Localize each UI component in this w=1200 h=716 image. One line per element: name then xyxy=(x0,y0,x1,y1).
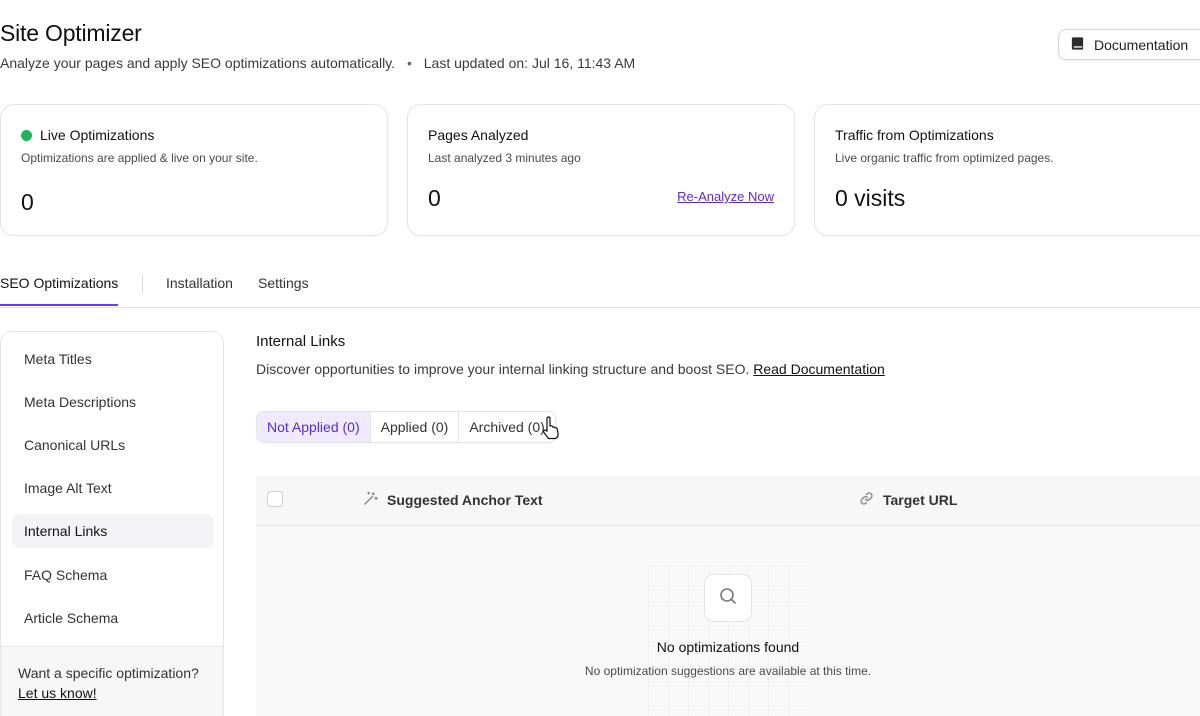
search-icon xyxy=(718,586,738,611)
card-title-row: Live Optimizations xyxy=(21,127,154,143)
re-analyze-link[interactable]: Re-Analyze Now xyxy=(677,189,774,204)
tab-divider xyxy=(142,274,143,294)
optimization-sidebar: Meta Titles Meta Descriptions Canonical … xyxy=(0,331,224,716)
documentation-button[interactable]: Documentation xyxy=(1058,29,1200,60)
empty-state-subtitle: No optimization suggestions are availabl… xyxy=(584,664,872,678)
link-icon xyxy=(859,491,874,509)
sidebar-item-image-alt-text[interactable]: Image Alt Text xyxy=(12,471,214,505)
sidebar-item-internal-links[interactable]: Internal Links xyxy=(12,514,214,548)
live-optimizations-value: 0 xyxy=(21,189,34,215)
traffic-card: Traffic from Optimizations Live organic … xyxy=(814,104,1200,236)
live-optimizations-subtitle: Optimizations are applied & live on your… xyxy=(21,151,258,165)
pages-analyzed-value: 0 xyxy=(428,185,441,211)
sidebar-item-meta-titles[interactable]: Meta Titles xyxy=(12,342,214,376)
internal-links-table: Suggested Anchor Text Target URL No opti… xyxy=(256,476,1200,716)
empty-state-icon-box xyxy=(704,574,752,622)
let-us-know-link[interactable]: Let us know! xyxy=(18,685,97,701)
live-status-dot xyxy=(21,129,32,141)
pages-analyzed-title: Pages Analyzed xyxy=(428,127,529,143)
site-optimizer-page: Site Optimizer Analyze your pages and ap… xyxy=(0,0,1200,716)
select-all-checkbox[interactable] xyxy=(267,491,283,507)
last-updated-text: Last updated on: Jul 16, 11:43 AM xyxy=(423,55,636,71)
magic-wand-icon xyxy=(363,491,378,509)
sidebar-item-canonical-urls[interactable]: Canonical URLs xyxy=(12,428,214,462)
empty-state-title: No optimizations found xyxy=(656,639,800,655)
pages-analyzed-card: Pages Analyzed Last analyzed 3 minutes a… xyxy=(407,104,795,236)
sidebar-footer: Want a specific optimization? Let us kno… xyxy=(1,646,223,716)
sidebar-item-article-schema[interactable]: Article Schema xyxy=(12,601,214,635)
tab-settings[interactable]: Settings xyxy=(258,275,309,291)
traffic-title: Traffic from Optimizations xyxy=(835,127,994,143)
column-target-url[interactable]: Target URL xyxy=(859,491,957,509)
section-title: Internal Links xyxy=(256,333,346,350)
pages-analyzed-subtitle: Last analyzed 3 minutes ago xyxy=(428,151,581,165)
traffic-subtitle: Live organic traffic from optimized page… xyxy=(835,151,1054,165)
tab-installation[interactable]: Installation xyxy=(166,275,233,291)
section-description: Discover opportunities to improve your i… xyxy=(256,361,885,377)
hand-pointer-cursor-icon xyxy=(543,416,559,440)
subtitle-description: Analyze your pages and apply SEO optimiz… xyxy=(0,55,396,71)
page-title: Site Optimizer xyxy=(0,20,142,46)
sidebar-footer-question: Want a specific optimization? xyxy=(18,665,199,681)
status-filter-group: Not Applied (0) Applied (0) Archived (0) xyxy=(256,411,556,443)
traffic-value: 0 visits xyxy=(835,185,906,211)
sidebar-item-faq-schema[interactable]: FAQ Schema xyxy=(12,558,214,592)
book-icon xyxy=(1070,36,1085,54)
documentation-button-label: Documentation xyxy=(1094,36,1189,53)
live-optimizations-title: Live Optimizations xyxy=(40,127,155,143)
main-tabs: SEO Optimizations Installation Settings xyxy=(0,268,1200,308)
table-header: Suggested Anchor Text Target URL xyxy=(256,476,1200,526)
sidebar-item-meta-descriptions[interactable]: Meta Descriptions xyxy=(12,385,214,419)
column-suggested-anchor-text[interactable]: Suggested Anchor Text xyxy=(363,491,543,509)
column-label: Target URL xyxy=(883,492,958,508)
tab-seo-optimizations[interactable]: SEO Optimizations xyxy=(0,275,119,306)
read-documentation-link[interactable]: Read Documentation xyxy=(753,361,885,377)
live-optimizations-card: Live Optimizations Optimizations are app… xyxy=(0,104,388,236)
column-label: Suggested Anchor Text xyxy=(387,492,543,508)
page-subtitle: Analyze your pages and apply SEO optimiz… xyxy=(0,55,635,71)
subtitle-separator: • xyxy=(406,55,412,71)
filter-applied[interactable]: Applied (0) xyxy=(371,412,460,442)
section-description-text: Discover opportunities to improve your i… xyxy=(256,361,750,377)
filter-not-applied[interactable]: Not Applied (0) xyxy=(257,412,371,442)
